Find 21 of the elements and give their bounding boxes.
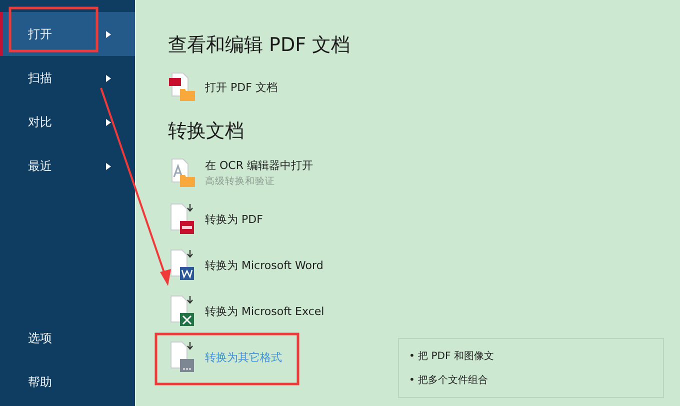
menu-item[interactable]: 转换为 Microsoft Excel — [168, 288, 324, 334]
section-heading: 转换文档 — [168, 119, 244, 144]
document-download-icon — [168, 341, 196, 373]
menu-item[interactable]: 在 OCR 编辑器中打开 高级转换和验证 — [168, 150, 313, 196]
tooltip-line: • 把 PDF 和图像文 — [409, 350, 495, 363]
document-download-icon — [168, 203, 196, 235]
menu-item[interactable]: 转换为 Microsoft Word — [168, 242, 324, 288]
sidebar-item[interactable]: 对比 — [0, 100, 135, 144]
section-heading: 查看和编辑 PDF 文档 — [168, 33, 350, 58]
sidebar-item[interactable]: 扫描 — [0, 56, 135, 100]
sidebar-item[interactable]: 打开 — [0, 12, 135, 56]
item-subtitle: 高级转换和验证 — [205, 175, 276, 188]
document-download-icon — [168, 295, 196, 327]
sidebar-item[interactable]: 选项 — [0, 316, 135, 360]
sidebar-item[interactable]: 最近 — [0, 144, 135, 188]
menu-item[interactable]: 转换为 PDF — [168, 196, 263, 242]
pdf-folder-icon — [168, 72, 196, 102]
document-download-icon — [168, 249, 196, 281]
menu-item[interactable]: 打开 PDF 文档 — [168, 64, 278, 110]
tooltip-line: • 把多个文件组合 — [409, 374, 490, 387]
sidebar-item[interactable]: 帮助 — [0, 360, 135, 404]
